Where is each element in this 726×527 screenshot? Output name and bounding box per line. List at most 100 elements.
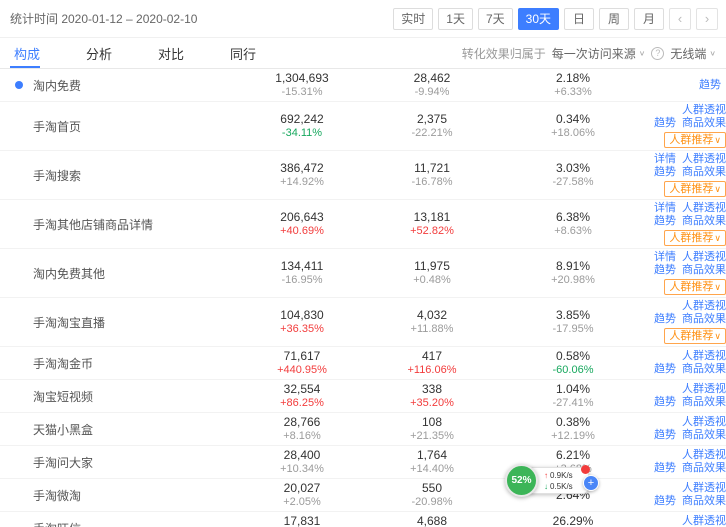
metric-cell: 13,181+52.82% [366, 210, 498, 238]
row-label: 天猫小黑盒 [33, 423, 93, 437]
action-link[interactable]: 人群透视 [682, 300, 726, 312]
crowd-recommend-button[interactable]: 人群推荐∨ [664, 279, 726, 295]
metric-value: 134,411 [238, 259, 366, 274]
range-button-3[interactable]: 30天 [518, 8, 559, 30]
action-link[interactable]: 商品效果 [682, 396, 726, 408]
metric-cell: 17,831+19.43% [238, 514, 366, 527]
row-label-cell: 淘内免费其他 [0, 265, 238, 282]
crowd-recommend-button[interactable]: 人群推荐∨ [664, 181, 726, 197]
metric-cell: 417+116.06% [366, 349, 498, 377]
action-link[interactable]: 商品效果 [682, 264, 726, 276]
metric-value: 3.03% [498, 161, 648, 176]
action-link[interactable]: 趋势 [654, 166, 676, 178]
action-link[interactable]: 人群透视 [682, 350, 726, 362]
metric-value: 20,027 [238, 481, 366, 496]
action-line: 人群推荐∨ [648, 228, 726, 246]
download-speed-row: ↓ 0.5K/s [544, 481, 584, 492]
action-link[interactable]: 商品效果 [682, 429, 726, 441]
action-link[interactable]: 趋势 [654, 117, 676, 129]
metric-value: 17,831 [238, 514, 366, 527]
action-link[interactable]: 人群透视 [682, 104, 726, 116]
action-link[interactable]: 趋势 [654, 396, 676, 408]
action-link[interactable]: 人群透视 [682, 449, 726, 461]
crowd-recommend-button[interactable]: 人群推荐∨ [664, 230, 726, 246]
actions-cell: 人群透视趋势商品效果 [648, 482, 726, 508]
action-link[interactable]: 商品效果 [682, 313, 726, 325]
range-button-5[interactable]: 周 [599, 8, 629, 30]
metric-value: 2,375 [366, 112, 498, 127]
source-attribution-dropdown[interactable]: 每一次访问来源 ∨ [552, 45, 646, 62]
metric-cell: 104,830+36.35% [238, 308, 366, 336]
action-link[interactable]: 趋势 [654, 363, 676, 375]
action-link[interactable]: 趋势 [654, 429, 676, 441]
action-link[interactable]: 商品效果 [682, 462, 726, 474]
metric-value: 0.38% [498, 415, 648, 430]
action-link[interactable]: 商品效果 [682, 166, 726, 178]
widget-add-button[interactable]: + [583, 475, 599, 491]
date-range-group: 实时1天7天30天日周月‹ › [393, 8, 718, 30]
metric-value: 0.58% [498, 349, 648, 364]
action-link[interactable]: 趋势 [654, 264, 676, 276]
action-link[interactable]: 趋势 [654, 462, 676, 474]
action-link[interactable]: 详情 [654, 153, 676, 165]
row-label-cell: 手淘搜索 [0, 167, 238, 184]
range-button-4[interactable]: 日 [564, 8, 594, 30]
action-link[interactable]: 商品效果 [682, 117, 726, 129]
action-link[interactable]: 商品效果 [682, 363, 726, 375]
tab-1[interactable]: 分析 [82, 38, 126, 68]
action-link[interactable]: 人群透视 [682, 416, 726, 428]
prev-period-button[interactable]: ‹ [669, 8, 691, 30]
action-link[interactable]: 趋势 [654, 215, 676, 227]
action-link[interactable]: 趋势 [654, 313, 676, 325]
range-button-0[interactable]: 实时 [393, 8, 433, 30]
metric-cell: 3.85%-17.95% [498, 308, 648, 336]
metric-change: +10.34% [238, 463, 366, 476]
action-link[interactable]: 商品效果 [682, 495, 726, 507]
metric-change: +6.33% [498, 86, 648, 99]
actions-cell: 人群透视趋势商品效果 [648, 515, 726, 527]
tabbar: 构成分析对比同行 转化效果归属于 每一次访问来源 ∨ ? 无线端 ∨ [0, 38, 726, 69]
crowd-recommend-button[interactable]: 人群推荐∨ [664, 132, 726, 148]
help-icon[interactable]: ? [651, 47, 664, 60]
row-label-cell: 手淘首页 [0, 118, 238, 135]
action-link[interactable]: 人群透视 [682, 251, 726, 263]
metric-value: 2.18% [498, 71, 648, 86]
metric-change: +440.95% [238, 364, 366, 377]
table-row: 淘宝短视频32,554+86.25%338+35.20%1.04%-27.41%… [0, 380, 726, 413]
crowd-recommend-label: 人群推荐 [669, 134, 713, 146]
action-link[interactable]: 商品效果 [682, 215, 726, 227]
action-link[interactable]: 详情 [654, 202, 676, 214]
range-button-2[interactable]: 7天 [478, 8, 513, 30]
tab-3[interactable]: 同行 [226, 38, 270, 68]
metric-cell: 6.38%+8.63% [498, 210, 648, 238]
action-link[interactable]: 人群透视 [682, 383, 726, 395]
terminal-dropdown[interactable]: 无线端 ∨ [670, 45, 716, 62]
row-label-cell: 手淘微淘 [0, 487, 238, 504]
row-label-cell: 淘内免费 [0, 77, 238, 94]
range-button-1[interactable]: 1天 [438, 8, 473, 30]
floating-net-monitor[interactable]: ↑ 0.9K/s ↓ 0.5K/s + 52% [505, 464, 600, 500]
metric-change: +116.06% [366, 364, 498, 377]
action-link[interactable]: 趋势 [699, 79, 721, 91]
action-line: 人群推荐∨ [648, 179, 726, 197]
action-line: 趋势商品效果 [648, 264, 726, 277]
action-link[interactable]: 人群透视 [682, 153, 726, 165]
metric-cell: 3.03%-27.58% [498, 161, 648, 189]
tab-0[interactable]: 构成 [10, 38, 54, 68]
action-link[interactable]: 人群透视 [682, 202, 726, 214]
chevron-down-icon: ∨ [714, 233, 721, 243]
row-label-cell: 天猫小黑盒 [0, 421, 238, 438]
percent-badge[interactable]: 52% [505, 464, 538, 497]
metric-cell: 134,411-16.95% [238, 259, 366, 287]
metric-value: 0.34% [498, 112, 648, 127]
action-link[interactable]: 详情 [654, 251, 676, 263]
next-period-button[interactable]: › [696, 8, 718, 30]
metric-value: 4,688 [366, 514, 498, 527]
crowd-recommend-button[interactable]: 人群推荐∨ [664, 328, 726, 344]
action-link[interactable]: 人群透视 [682, 515, 726, 527]
action-link[interactable]: 趋势 [654, 495, 676, 507]
range-button-6[interactable]: 月 [634, 8, 664, 30]
action-link[interactable]: 人群透视 [682, 482, 726, 494]
tab-2[interactable]: 对比 [154, 38, 198, 68]
metric-value: 338 [366, 382, 498, 397]
